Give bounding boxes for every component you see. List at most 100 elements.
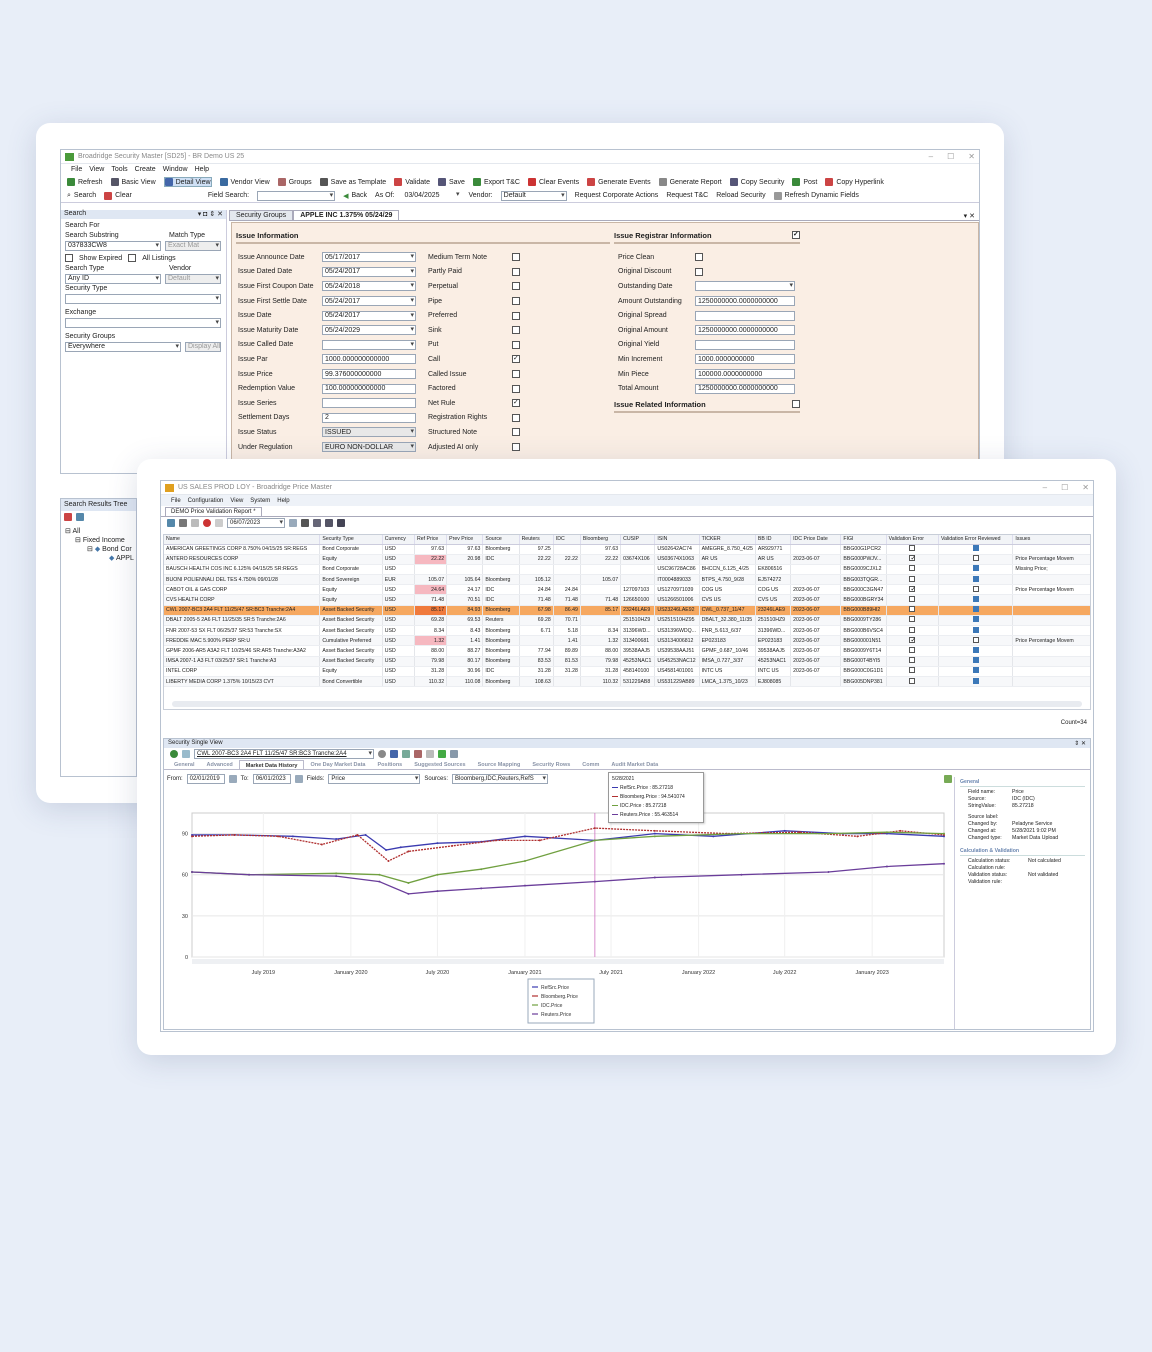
reviewed-checkbox[interactable] <box>972 555 979 562</box>
table-row[interactable]: AMERICAN GREETINGS CORP 8.750% 04/15/25 … <box>164 544 1090 555</box>
column-header[interactable]: Name <box>164 535 321 545</box>
issue-field-input[interactable]: 100.000000000000 <box>322 383 416 394</box>
tree-node-fixed-income[interactable]: ⊟ Fixed Income <box>65 536 136 545</box>
issue-field-input[interactable]: 05/24/2017 <box>322 296 416 307</box>
stop-icon[interactable] <box>203 519 211 527</box>
issue-flag-checkbox[interactable] <box>512 326 520 335</box>
registrar-field-checkbox[interactable] <box>695 253 703 262</box>
reviewed-checkbox[interactable] <box>972 545 979 552</box>
maximize-icon[interactable]: ☐ <box>947 152 954 161</box>
save-button[interactable]: Save <box>437 178 465 186</box>
forward-icon[interactable] <box>182 750 190 758</box>
tab-general[interactable]: General <box>168 760 200 769</box>
table-row[interactable]: LIBERTY MEDIA CORP 1.375% 10/15/23 CVT Bo… <box>164 676 1090 688</box>
validation-error-checkbox[interactable] <box>909 575 916 582</box>
issue-flag-checkbox[interactable] <box>512 340 520 349</box>
as-of-input[interactable]: 03/04/2025 <box>402 190 461 201</box>
registrar-field-input[interactable]: 1250000000.0000000000 <box>695 383 795 394</box>
horizontal-scrollbar[interactable] <box>172 701 1082 707</box>
fields-select[interactable]: Price <box>328 774 421 784</box>
maximize-icon[interactable]: ☐ <box>1061 483 1068 492</box>
issue-field-input[interactable]: 1000.000000000000 <box>322 354 416 365</box>
request-tc-button[interactable]: Request T&C <box>666 192 708 199</box>
issue-flag-checkbox[interactable] <box>512 354 520 364</box>
tab-one-day-market-data[interactable]: One Day Market Data <box>304 760 371 769</box>
columns-icon[interactable] <box>301 519 309 527</box>
search-button[interactable]: ⌕ Search <box>67 192 96 200</box>
registrar-field-select[interactable] <box>695 281 795 292</box>
menu-file[interactable]: File <box>171 498 181 504</box>
display-all-button[interactable]: Display All <box>185 342 221 352</box>
issue-flag-checkbox[interactable] <box>512 282 520 291</box>
issue-field-input[interactable]: 2 <box>322 412 416 423</box>
to-date-input[interactable]: 06/01/2023 <box>252 774 291 784</box>
request-ca-button[interactable]: Request Corporate Actions <box>575 192 659 199</box>
tab-suggested-sources[interactable]: Suggested Sources <box>408 760 471 769</box>
issue-field-input[interactable] <box>322 398 416 409</box>
column-header[interactable]: Issues <box>1012 535 1090 545</box>
security-input[interactable]: CWL 2007-BC3 2A4 FLT 11/25/47 SR:BC3 Tra… <box>194 749 374 759</box>
issue-flag-checkbox[interactable] <box>512 297 520 306</box>
validation-error-checkbox[interactable] <box>909 606 916 613</box>
reviewed-checkbox[interactable] <box>972 596 979 603</box>
search-icon[interactable] <box>313 519 321 527</box>
menu-view[interactable]: View <box>230 498 243 504</box>
validation-error-checkbox[interactable] <box>909 626 916 633</box>
save-as-template-button[interactable]: Save as Template <box>319 178 386 186</box>
issue-flag-checkbox[interactable] <box>512 398 520 408</box>
detail-view-button[interactable]: Detail View <box>163 177 212 187</box>
menu-view[interactable]: View <box>89 166 104 173</box>
validation-error-checkbox[interactable] <box>909 616 916 623</box>
column-header[interactable]: Bloomberg <box>580 535 622 545</box>
issue-flag-checkbox[interactable] <box>512 267 520 276</box>
export-t-c-button[interactable]: Export T&C <box>472 178 520 186</box>
menu-file[interactable]: File <box>71 166 82 173</box>
generate-report-button[interactable]: Generate Report <box>658 178 722 186</box>
issue-flag-checkbox[interactable] <box>512 428 520 437</box>
filter-icon[interactable] <box>215 519 223 527</box>
sources-select[interactable]: Bloomberg,IDC,Reuters,RefS <box>452 774 549 784</box>
collapse-icon[interactable] <box>64 513 72 521</box>
reviewed-checkbox[interactable] <box>972 646 979 653</box>
registrar-field-input[interactable]: 100000.0000000000 <box>695 369 795 380</box>
report-date-input[interactable]: 06/07/2023 <box>227 518 285 528</box>
post-button[interactable]: Post <box>792 178 817 186</box>
reviewed-checkbox[interactable] <box>972 616 979 623</box>
minimize-icon[interactable]: – <box>929 152 933 161</box>
column-header[interactable]: BB ID <box>755 535 792 545</box>
table-row[interactable]: FREDDIE MAC 5.900% PERP SR:U Cumulative P… <box>164 635 1090 647</box>
table-row[interactable]: FNR 2007-53 SX FLT 06/25/37 SR:53 Tranch… <box>164 625 1090 637</box>
issue-field-input[interactable]: ISSUED <box>322 427 416 438</box>
refresh-dynamic-button[interactable]: Refresh Dynamic Fields <box>773 191 859 200</box>
print-icon[interactable] <box>325 519 333 527</box>
table-row[interactable]: CVS HEALTH CORP Equity USD 71.48 70.51 IDC 71.… <box>164 594 1090 606</box>
clear-button[interactable]: Clear <box>104 191 132 200</box>
validate-button[interactable]: Validate <box>394 178 430 186</box>
table-row[interactable]: CABOT OIL & GAS CORP Equity USD 24.64 24.17 I… <box>164 584 1090 596</box>
registrar-field-input[interactable]: 1250000000.0000000000 <box>695 296 795 307</box>
issue-field-input[interactable]: 05/24/2017 <box>322 310 416 321</box>
clear-events-button[interactable]: Clear Events <box>528 178 579 186</box>
registrar-collapse-checkbox[interactable] <box>792 230 800 239</box>
panel-controls-icon[interactable]: ▾ ◘ ⇕ ✕ <box>198 210 223 219</box>
column-header[interactable]: Security Type <box>319 535 383 545</box>
reviewed-checkbox[interactable] <box>972 585 979 592</box>
column-header[interactable]: CUSIP <box>620 535 656 545</box>
validation-error-checkbox[interactable] <box>909 554 916 562</box>
match-type-select[interactable]: Exact Mat <box>165 241 221 251</box>
calendar-icon[interactable] <box>294 775 303 783</box>
validation-error-checkbox[interactable] <box>909 677 916 684</box>
related-collapse-checkbox[interactable] <box>792 400 800 408</box>
column-header[interactable]: IDC <box>553 535 581 545</box>
from-date-input[interactable]: 02/01/2019 <box>186 774 225 784</box>
market-data-chart[interactable]: 0 30 60 90 July 2019 January 2020 July 2020 Jan… <box>166 789 950 1027</box>
issue-field-input[interactable]: 05/24/2017 <box>322 266 416 277</box>
vendor-select[interactable]: Default <box>165 274 221 284</box>
refresh-icon[interactable] <box>167 519 175 527</box>
issue-field-input[interactable]: 99.376000000000 <box>322 369 416 380</box>
validation-error-checkbox[interactable] <box>909 596 916 603</box>
issue-field-input[interactable] <box>322 339 416 350</box>
issue-field-input[interactable]: 05/24/2018 <box>322 281 416 292</box>
search-type-select[interactable]: Any ID <box>65 274 161 284</box>
reviewed-checkbox[interactable] <box>972 565 979 572</box>
